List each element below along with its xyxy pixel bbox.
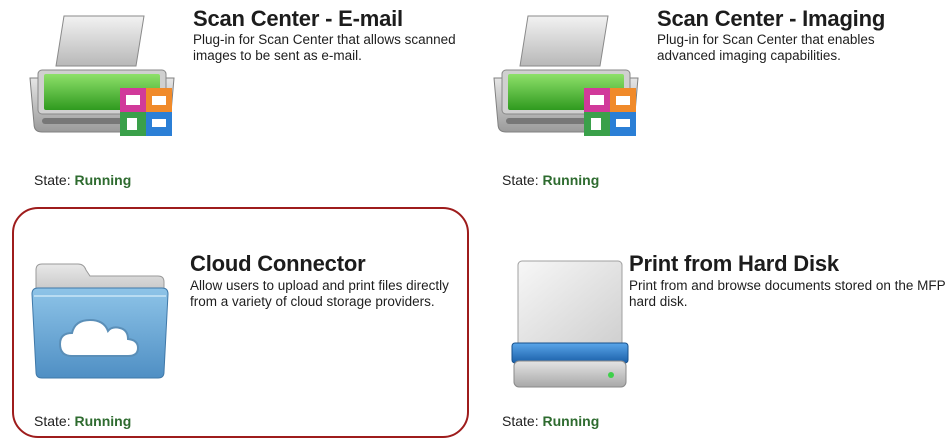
plugin-description: Allow users to upload and print files di… (190, 278, 449, 309)
scanner-icon (488, 8, 644, 149)
cloud-folder-icon (30, 260, 170, 385)
state-value-running: Running (542, 413, 600, 429)
plugin-title[interactable]: Scan Center - Imaging (657, 6, 885, 32)
plugin-description: Plug-in for Scan Center that allows scan… (193, 32, 456, 63)
state-value-running: Running (74, 172, 132, 188)
state-label: State: (502, 172, 539, 188)
plugin-title[interactable]: Print from Hard Disk (629, 251, 839, 277)
state-value-running: Running (74, 413, 132, 429)
plugin-state: State: Running (502, 172, 599, 188)
plugin-card-cloud-connector[interactable]: Cloud Connector Allow users to upload an… (0, 215, 460, 430)
hard-disk-icon (510, 259, 630, 396)
plugin-description: Print from and browse documents stored o… (629, 278, 946, 309)
state-label: State: (34, 413, 71, 429)
plugin-state: State: Running (34, 413, 131, 429)
state-label: State: (34, 172, 71, 188)
plugin-card-scan-center-email[interactable]: Scan Center - E-mail Plug-in for Scan Ce… (0, 0, 460, 215)
plugin-state: State: Running (34, 172, 131, 188)
plugin-card-print-from-hard-disk[interactable]: Print from Hard Disk Print from and brow… (488, 215, 948, 430)
scanner-icon (24, 8, 180, 149)
state-label: State: (502, 413, 539, 429)
state-value-running: Running (542, 172, 600, 188)
plugin-title[interactable]: Cloud Connector (190, 251, 366, 277)
plugin-description: Plug-in for Scan Center that enables adv… (657, 32, 875, 63)
plugin-card-scan-center-imaging[interactable]: Scan Center - Imaging Plug-in for Scan C… (488, 0, 948, 215)
plugin-title[interactable]: Scan Center - E-mail (193, 6, 403, 32)
plugin-state: State: Running (502, 413, 599, 429)
